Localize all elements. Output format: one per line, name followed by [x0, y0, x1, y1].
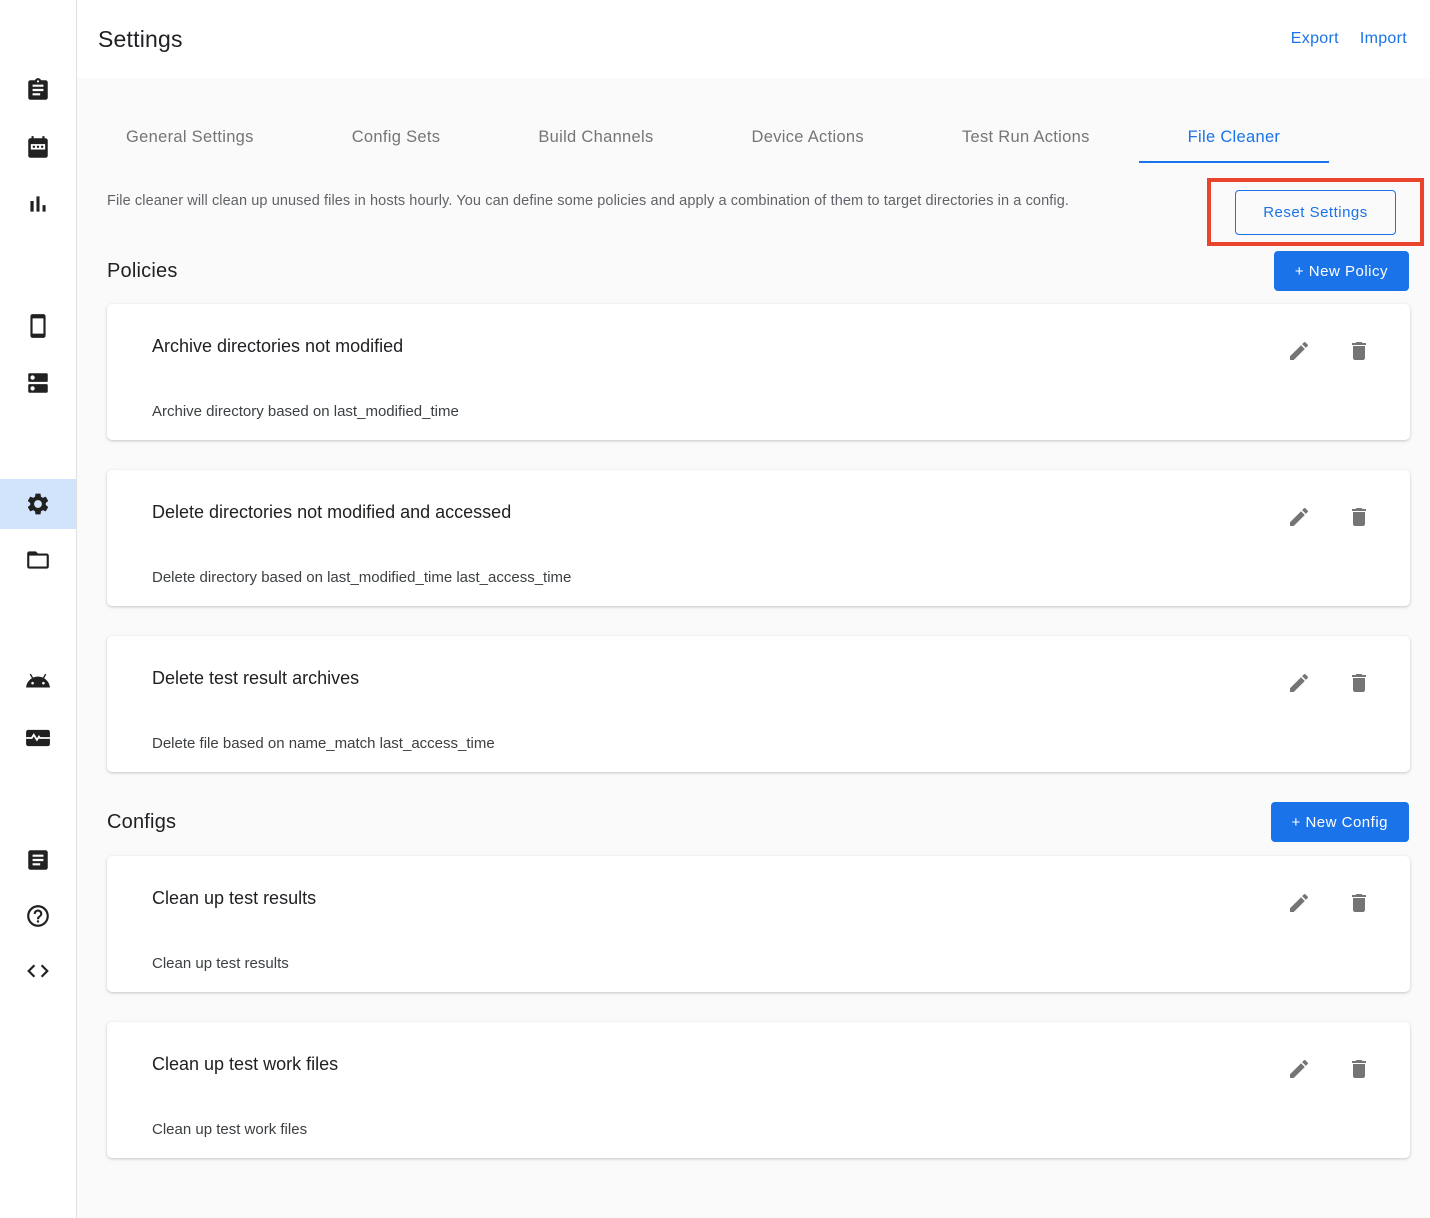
card-title: Delete directories not modified and acce… — [152, 499, 1365, 525]
reset-settings-button[interactable]: Reset Settings — [1235, 190, 1396, 235]
tab-build-channels[interactable]: Build Channels — [489, 114, 702, 163]
settings-gear-icon — [25, 491, 51, 517]
new-config-button[interactable]: + New Config — [1271, 802, 1409, 842]
code-icon — [25, 958, 51, 984]
smartphone-icon — [25, 313, 51, 339]
pencil-icon — [1287, 891, 1311, 915]
sidebar-item-clipboard[interactable] — [0, 77, 76, 103]
new-policy-button[interactable]: + New Policy — [1274, 251, 1409, 291]
dns-icon — [25, 370, 51, 396]
configs-section-header: Configs + New Config — [77, 802, 1430, 842]
delete-button[interactable] — [1347, 339, 1371, 363]
card-description: Archive directory based on last_modified… — [152, 401, 1365, 423]
delete-button[interactable] — [1347, 671, 1371, 695]
card-description: Clean up test work files — [152, 1119, 1365, 1141]
delete-button[interactable] — [1347, 505, 1371, 529]
card: Delete test result archives Delete file … — [107, 636, 1410, 772]
tab-test-run-actions[interactable]: Test Run Actions — [913, 114, 1139, 163]
file-cleaner-description: File cleaner will clean up unused files … — [107, 193, 1069, 209]
sidebar-item-dns[interactable] — [0, 370, 76, 396]
card: Clean up test results Clean up test resu… — [107, 856, 1410, 992]
monitor-pulse-icon — [25, 725, 51, 751]
card-actions — [1287, 671, 1371, 695]
pencil-icon — [1287, 1057, 1311, 1081]
app-root: Settings Export Import General SettingsC… — [0, 0, 1430, 1218]
card-title: Clean up test results — [152, 885, 1365, 911]
edit-button[interactable] — [1287, 671, 1311, 695]
export-link[interactable]: Export — [1291, 30, 1339, 48]
page-title: Settings — [98, 26, 1291, 53]
policies-section-header: Policies + New Policy — [77, 251, 1430, 291]
edit-button[interactable] — [1287, 339, 1311, 363]
configs-heading: Configs — [107, 811, 176, 834]
card: Delete directories not modified and acce… — [107, 470, 1410, 606]
configs-list: Clean up test results Clean up test resu… — [77, 856, 1430, 1218]
header-links: Export Import — [1291, 30, 1407, 48]
tab-file-cleaner[interactable]: File Cleaner — [1139, 114, 1330, 163]
tab-general-settings[interactable]: General Settings — [77, 114, 303, 163]
help-icon — [25, 903, 51, 929]
sidebar — [0, 0, 77, 1218]
pencil-icon — [1287, 339, 1311, 363]
android-icon — [25, 668, 51, 694]
card-title: Archive directories not modified — [152, 333, 1365, 359]
delete-button[interactable] — [1347, 891, 1371, 915]
edit-button[interactable] — [1287, 1057, 1311, 1081]
file-cleaner-intro-row: File cleaner will clean up unused files … — [77, 163, 1430, 251]
sidebar-item-notes[interactable] — [0, 847, 76, 873]
notes-icon — [25, 847, 51, 873]
trash-icon — [1347, 671, 1371, 695]
card-title: Clean up test work files — [152, 1051, 1365, 1077]
tab-config-sets[interactable]: Config Sets — [303, 114, 490, 163]
folder-icon — [25, 547, 51, 573]
edit-button[interactable] — [1287, 891, 1311, 915]
trash-icon — [1347, 891, 1371, 915]
bar-chart-icon — [25, 191, 51, 217]
import-link[interactable]: Import — [1360, 30, 1407, 48]
policies-list: Archive directories not modified Archive… — [77, 304, 1430, 772]
card: Clean up test work files Clean up test w… — [107, 1022, 1410, 1158]
delete-button[interactable] — [1347, 1057, 1371, 1081]
trash-icon — [1347, 1057, 1371, 1081]
card-description: Delete directory based on last_modified_… — [152, 567, 1365, 589]
sidebar-item-bar-chart[interactable] — [0, 191, 76, 217]
policies-heading: Policies — [107, 260, 178, 283]
card-actions — [1287, 505, 1371, 529]
card-actions — [1287, 1057, 1371, 1081]
trash-icon — [1347, 505, 1371, 529]
sidebar-item-calendar[interactable] — [0, 135, 76, 161]
tab-device-actions[interactable]: Device Actions — [703, 114, 913, 163]
pencil-icon — [1287, 505, 1311, 529]
sidebar-item-android[interactable] — [0, 668, 76, 694]
sidebar-item-code[interactable] — [0, 958, 76, 984]
pencil-icon — [1287, 671, 1311, 695]
sidebar-item-settings-gear[interactable] — [0, 479, 76, 529]
annotation-highlight-box: Reset Settings — [1207, 178, 1424, 246]
edit-button[interactable] — [1287, 505, 1311, 529]
clipboard-icon — [25, 77, 51, 103]
card-actions — [1287, 339, 1371, 363]
sidebar-item-help[interactable] — [0, 903, 76, 929]
sidebar-item-monitor-pulse[interactable] — [0, 725, 76, 751]
calendar-icon — [25, 135, 51, 161]
page-header: Settings Export Import — [77, 0, 1430, 78]
card-description: Delete file based on name_match last_acc… — [152, 733, 1365, 755]
card-title: Delete test result archives — [152, 665, 1365, 691]
sidebar-item-folder[interactable] — [0, 547, 76, 573]
card-actions — [1287, 891, 1371, 915]
card-description: Clean up test results — [152, 953, 1365, 975]
tab-bar: General SettingsConfig SetsBuild Channel… — [77, 78, 1430, 163]
sidebar-item-smartphone[interactable] — [0, 313, 76, 339]
main-content: Settings Export Import General SettingsC… — [77, 0, 1430, 1218]
card: Archive directories not modified Archive… — [107, 304, 1410, 440]
trash-icon — [1347, 339, 1371, 363]
